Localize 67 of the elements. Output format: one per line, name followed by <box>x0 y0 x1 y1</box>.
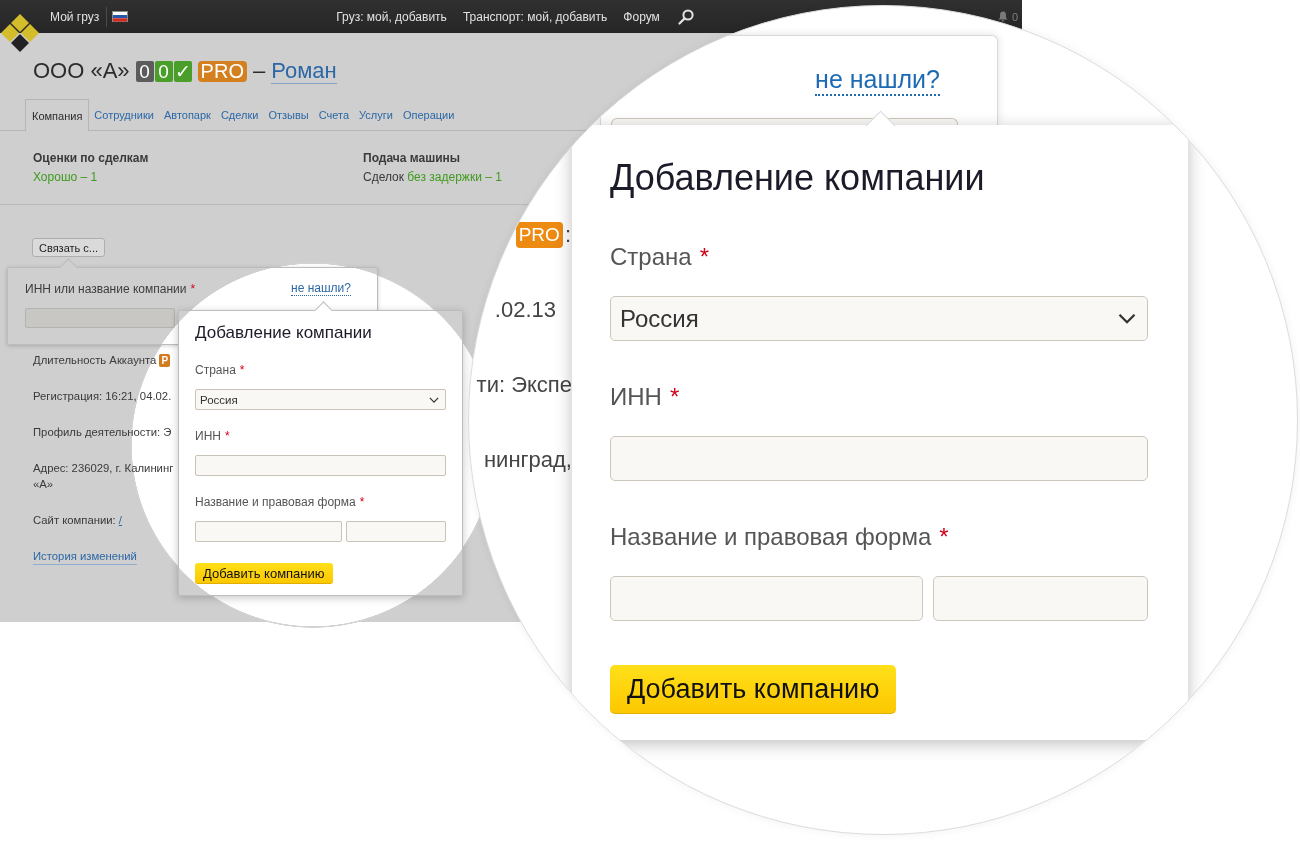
page-text: .02.13 <box>494 296 556 324</box>
form-title: Добавление компании <box>610 157 986 199</box>
stat-title: Оценки по сделкам <box>33 150 149 166</box>
company-name: ООО «А» <box>33 58 130 84</box>
tab[interactable]: Сотрудники <box>89 99 159 130</box>
page-text: ти: Экспе <box>476 371 572 399</box>
detail-text: Длительность Аккаунта <box>33 353 157 368</box>
stat-value: Хорошо – 1 <box>33 169 98 185</box>
pro-badge: PRO <box>197 60 247 82</box>
page-text: : <box>564 221 571 249</box>
input-field[interactable] <box>610 576 923 621</box>
tab[interactable]: Отзывы <box>263 99 314 130</box>
counter-badge: 0 <box>154 60 173 82</box>
field-label: ИНН * <box>195 429 230 443</box>
owner-link[interactable]: Роман <box>271 58 337 84</box>
contact-button[interactable]: Связать с... <box>32 238 106 257</box>
country-select[interactable]: Россия <box>610 296 1148 341</box>
nav-link[interactable]: Груз: мой, добавить <box>336 9 447 24</box>
tab[interactable]: Автопарк <box>158 99 216 130</box>
country-select[interactable]: Россия <box>195 389 446 410</box>
field-label: ИНН или название компании * <box>25 281 196 296</box>
flag-icon[interactable] <box>112 11 129 22</box>
add-company-button[interactable]: Добавить компанию <box>610 665 897 714</box>
field-label: Название и правовая форма * <box>610 523 949 551</box>
field-label: Название и правовая форма * <box>195 495 365 509</box>
stat-title: Подача машины <box>363 150 461 166</box>
add-company-button[interactable]: Добавить компанию <box>195 563 333 584</box>
bell-icon[interactable] <box>997 11 1008 22</box>
site-link[interactable]: / <box>118 514 122 526</box>
tab[interactable]: Компания <box>25 99 90 131</box>
input-field[interactable] <box>195 455 446 476</box>
counter-badge: 0 <box>135 60 154 82</box>
tab[interactable]: Счета <box>313 99 355 130</box>
detail-text: Адрес: 236029, г. Калининг «А» <box>33 461 174 492</box>
logo-icon[interactable] <box>0 13 40 53</box>
nav-link[interactable]: Транспорт: мой, добавить <box>462 9 608 24</box>
company-search-field[interactable] <box>25 308 175 328</box>
field-label: ИНН * <box>610 383 680 411</box>
tab[interactable]: Сделки <box>215 99 264 130</box>
history-link[interactable]: История изменений <box>33 548 137 565</box>
detail-text: Сайт компании: / <box>33 513 122 528</box>
tab[interactable]: Услуги <box>354 99 398 130</box>
not-found-link[interactable]: не нашли? <box>291 281 351 296</box>
notification-count: 0 <box>1011 10 1018 23</box>
chevron-down-icon <box>1118 313 1136 324</box>
title-dash: – <box>252 58 266 84</box>
counter-badge: ✓ <box>173 60 192 82</box>
input-field[interactable] <box>195 521 342 542</box>
input-field[interactable] <box>611 118 958 125</box>
input-field[interactable] <box>346 521 446 542</box>
pro-badge: PRO <box>515 222 563 248</box>
stat-value: Сделок без задержки – 1 <box>363 169 502 185</box>
field-label: Страна * <box>610 243 709 271</box>
chevron-down-icon <box>429 396 439 403</box>
input-field[interactable] <box>610 436 1148 481</box>
form-title: Добавление компании <box>195 323 373 343</box>
field-label: Страна * <box>195 363 245 377</box>
detail-text: Профиль деятельности: Э <box>33 425 172 440</box>
pro-badge: P <box>159 353 171 367</box>
input-field[interactable] <box>933 576 1148 621</box>
page-text: нинград, <box>483 446 572 474</box>
search-icon[interactable] <box>677 8 694 25</box>
nav-link[interactable]: Форум <box>623 9 660 24</box>
detail-text: Регистрация: 16:21, 04.02. <box>33 389 172 404</box>
tab[interactable]: Операции <box>397 99 460 130</box>
my-cargo-link[interactable]: Мой груз <box>50 9 100 24</box>
not-found-link[interactable]: не нашли? <box>815 65 940 96</box>
